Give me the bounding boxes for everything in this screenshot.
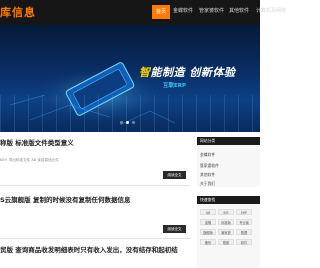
tag-item[interactable]: KIS bbox=[218, 209, 234, 215]
read-more-button-1[interactable]: 阅读全文 bbox=[163, 171, 186, 179]
nav-item-gjp[interactable]: 管家婆软件 bbox=[199, 7, 224, 14]
tag-item[interactable]: A8 bbox=[200, 209, 216, 215]
nav-item-network[interactable]: 计算机及网络 bbox=[256, 7, 286, 14]
nav-item-kingdee[interactable]: 金蝶软件 bbox=[173, 7, 193, 14]
article-title-3[interactable]: 贸版 查询商品收发明细表时只有收入发出，没有结存和起初结 bbox=[0, 244, 178, 254]
read-more-button-2[interactable]: 阅读全文 bbox=[163, 225, 186, 233]
tag-item[interactable]: 标准版 bbox=[218, 219, 234, 225]
banner-subtitle: 互联ERP bbox=[163, 83, 187, 89]
article-title-1[interactable]: 称版 标准版文件类型意义 bbox=[0, 137, 74, 147]
site-logo[interactable]: 库信息 bbox=[0, 4, 36, 20]
sidebar-category-item[interactable]: 金蝶软件 bbox=[200, 152, 215, 158]
sidebar-category-item[interactable]: 管家婆软件 bbox=[200, 163, 219, 169]
banner-headline: 智能制造 创新体验 bbox=[139, 64, 235, 80]
nav-item-other[interactable]: 其他软件 bbox=[229, 7, 249, 14]
carousel-dot-2[interactable] bbox=[126, 121, 129, 124]
tag-item[interactable]: 软件 bbox=[236, 239, 252, 245]
sidebar-category-header: 网站分类 bbox=[197, 137, 260, 145]
hero-banner[interactable]: 智能制造 创新体验 互联ERP bbox=[0, 25, 260, 132]
tag-item[interactable]: 专业版 bbox=[236, 219, 252, 225]
carousel-dot-3[interactable] bbox=[132, 121, 135, 124]
tag-item[interactable]: 旗舰版 bbox=[200, 229, 216, 235]
article-meta-1: KEY: 导出标准文件 A8 读容易信元件 bbox=[0, 158, 59, 162]
tag-item[interactable]: 数据 bbox=[236, 229, 252, 235]
carousel-dot-1[interactable] bbox=[120, 121, 123, 124]
tag-item[interactable]: 管家婆 bbox=[218, 229, 234, 235]
top-navigation-bar: 库信息 首页 金蝶软件 管家婆软件 其他软件 计算机及网络 bbox=[0, 0, 286, 25]
tag-item[interactable]: 账套 bbox=[218, 239, 234, 245]
sidebar-category-item[interactable]: 其他软件 bbox=[200, 172, 215, 178]
article-title-2[interactable]: S云旗舰版 复制的时候没有复制任何数据信息 bbox=[0, 194, 130, 204]
sidebar-category-item[interactable]: 关于我们 bbox=[200, 181, 215, 187]
article-divider bbox=[0, 185, 190, 186]
banner-grid-decoration bbox=[0, 95, 260, 132]
banner-headline-rest: 能制造 创新体验 bbox=[150, 66, 236, 79]
tag-item[interactable]: ERP bbox=[236, 209, 252, 215]
tag-item[interactable]: 金蝶 bbox=[200, 219, 216, 225]
tag-item[interactable]: 备份 bbox=[200, 239, 216, 245]
sidebar-tags-header: 快速查找 bbox=[197, 196, 260, 204]
article-divider bbox=[0, 238, 190, 239]
banner-headline-highlight: 智 bbox=[139, 66, 151, 79]
nav-item-home[interactable]: 首页 bbox=[152, 5, 171, 19]
